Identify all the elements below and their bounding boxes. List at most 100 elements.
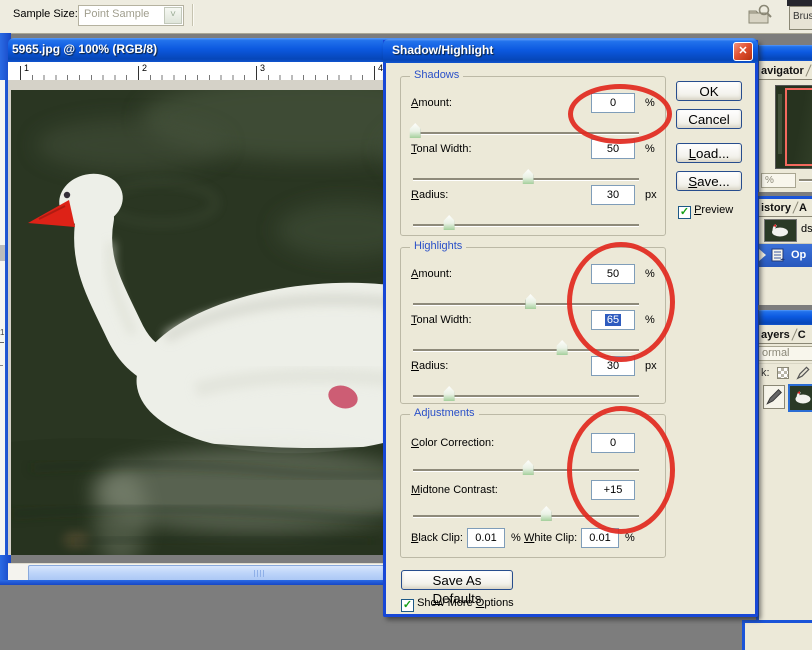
tab-navigator[interactable]: avigator <box>759 61 812 80</box>
tab-divider <box>805 64 811 76</box>
close-icon: ✕ <box>738 45 747 57</box>
highlights-amount-label: Amount: <box>411 268 452 280</box>
slider-thumb[interactable] <box>410 123 421 138</box>
shadows-radius-unit: px <box>645 189 657 201</box>
sample-size-label: Sample Size: <box>13 8 78 20</box>
white-clip-label: White Clip: <box>524 532 577 544</box>
navigator-palette: avigator % <box>756 45 812 192</box>
dialog-title: Shadow/Highlight <box>392 43 493 57</box>
ruler-tick-2: 2 <box>142 63 147 73</box>
ok-button[interactable]: OK <box>676 81 742 101</box>
midtone-contrast-label: Midtone Contrast: <box>411 484 498 496</box>
navigator-titlebar[interactable] <box>759 45 812 61</box>
highlights-radius-unit: px <box>645 360 657 372</box>
options-toolbar: Sample Size: Point Sample ˅ Brus <box>0 0 812 34</box>
show-more-options-label: Show More Options <box>417 597 514 609</box>
sample-size-dropdown[interactable]: Point Sample ˅ <box>78 5 184 26</box>
cancel-button[interactable]: Cancel <box>676 109 742 129</box>
annotation-circle-highlights <box>567 242 675 362</box>
preview-label: Preview <box>694 204 733 216</box>
layer-thumbnail[interactable] <box>788 384 812 412</box>
lock-transparency-icon[interactable] <box>777 367 789 379</box>
layer-paint-indicator <box>763 385 785 409</box>
tab-brushes[interactable]: Brus <box>789 6 812 30</box>
save-button[interactable]: Save... <box>676 171 742 191</box>
chevron-down-icon[interactable]: ˅ <box>164 7 182 24</box>
slider-thumb[interactable] <box>523 460 534 475</box>
actions-tab-label: A <box>799 202 807 214</box>
black-clip-input[interactable]: 0.01 <box>467 528 505 548</box>
highlights-radius-label: Radius: <box>411 360 448 372</box>
layers-palette: ayersC ormal k: <box>756 310 812 650</box>
tab-layers[interactable]: ayersC <box>759 325 812 344</box>
adjustments-legend: Adjustments <box>410 407 479 419</box>
navigator-tab-label: avigator <box>761 65 804 77</box>
shadows-tonal-width-unit: % <box>645 143 655 155</box>
navigator-zoom-slider[interactable] <box>799 179 812 182</box>
tab-divider <box>792 201 798 213</box>
dialog-titlebar[interactable]: Shadow/Highlight ✕ <box>383 39 758 63</box>
history-palette: istory A ds Op <box>756 196 812 305</box>
document-title: 5965.jpg @ 100% (RGB/8) <box>12 42 157 56</box>
history-state-label: Op <box>791 249 806 261</box>
preview-checkbox-row[interactable]: ✓ Preview <box>678 204 733 219</box>
slider-thumb[interactable] <box>444 386 455 401</box>
layers-tab-label: ayers <box>761 329 790 341</box>
background-window-ruler: 1 <box>0 80 5 555</box>
check-icon: ✓ <box>680 206 689 218</box>
navigator-zoom-unit: % <box>765 175 774 186</box>
annotation-circle-adjustments <box>567 406 675 534</box>
shadows-tonal-width-label: Tonal Width: <box>411 143 472 155</box>
layer-row[interactable] <box>759 384 812 412</box>
annotation-circle-shadows-amount <box>568 84 672 144</box>
history-tab-label: istory <box>761 202 791 214</box>
ruler-tick-1: 1 <box>24 63 29 73</box>
blend-mode-value: ormal <box>759 346 812 361</box>
lock-label: k: <box>761 367 770 379</box>
sample-size-value: Point Sample <box>84 8 149 20</box>
navigator-view-box[interactable] <box>785 88 812 166</box>
highlights-radius-slider[interactable] <box>413 395 639 398</box>
black-clip-unit: % <box>511 532 521 544</box>
ruler-tick-3: 3 <box>260 63 265 73</box>
navigator-thumbnail[interactable] <box>775 85 812 169</box>
lock-paint-icon[interactable] <box>796 366 810 383</box>
shadows-tonal-width-slider[interactable] <box>413 178 639 181</box>
history-state-row-open[interactable]: Op <box>759 244 812 267</box>
shadow-highlight-dialog: Shadow/Highlight ✕ Shadows Amount: 0 % T… <box>383 40 758 617</box>
white-clip-unit: % <box>625 532 635 544</box>
shadows-radius-slider[interactable] <box>413 224 639 227</box>
shadows-amount-label: Amount: <box>411 97 452 109</box>
slider-thumb[interactable] <box>541 506 552 521</box>
navigator-zoom-field[interactable]: % <box>761 173 796 188</box>
save-as-defaults-button[interactable]: Save As Defaults <box>401 570 513 590</box>
black-clip-label: Black Clip: <box>411 532 463 544</box>
tab-history[interactable]: istory A <box>759 199 812 217</box>
show-more-options-row[interactable]: ✓ Show More Options <box>401 597 514 612</box>
slider-thumb[interactable] <box>557 340 568 355</box>
history-snapshot-row[interactable]: ds <box>759 217 812 244</box>
show-more-options-checkbox[interactable]: ✓ <box>401 599 414 612</box>
file-browser-button[interactable] <box>746 3 774 28</box>
check-icon: ✓ <box>403 599 412 611</box>
vertical-ruler-tick-label: 1 <box>0 328 4 337</box>
palette-fragment-corner <box>742 620 812 650</box>
blend-mode-dropdown[interactable]: ormal <box>759 344 812 364</box>
layers-titlebar[interactable] <box>759 310 812 325</box>
slider-thumb[interactable] <box>444 215 455 230</box>
tab-divider <box>791 328 797 340</box>
file-browser-icon <box>746 3 774 28</box>
history-snapshot-thumbnail[interactable] <box>764 219 797 242</box>
preview-checkbox[interactable]: ✓ <box>678 206 691 219</box>
photoshop-workspace: Sample Size: Point Sample ˅ Brus 1 5965.… <box>0 0 812 650</box>
history-pointer-icon[interactable] <box>759 249 766 261</box>
load-button[interactable]: Load... <box>676 143 742 163</box>
brushes-tab-label: Brus <box>793 11 812 22</box>
slider-thumb[interactable] <box>523 169 534 184</box>
shadows-radius-input[interactable]: 30 <box>591 185 635 205</box>
color-correction-label: Color Correction: <box>411 437 494 449</box>
close-button[interactable]: ✕ <box>733 42 753 61</box>
scrollbar-grip <box>254 570 265 577</box>
toolbar-divider <box>192 4 193 26</box>
slider-thumb[interactable] <box>525 294 536 309</box>
